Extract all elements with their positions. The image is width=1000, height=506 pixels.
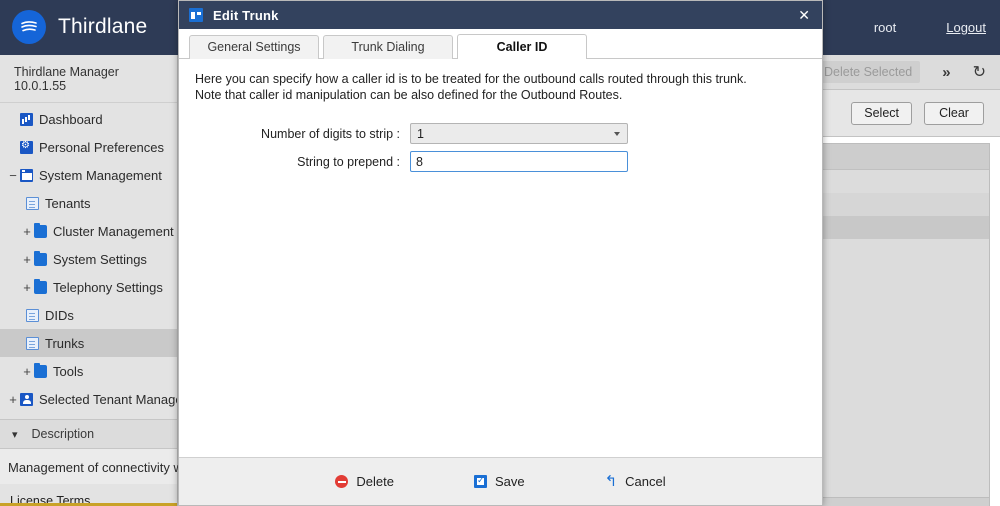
dialog-tabs: General Settings Trunk Dialing Caller ID — [179, 29, 822, 59]
sidebar-item-selected-tenant-management[interactable]: + Selected Tenant Management — [0, 385, 177, 413]
delete-button-label: Delete — [356, 474, 394, 489]
description-panel-header[interactable]: ▾ Description — [0, 419, 177, 449]
app-root: Thirdlane root Logout Delete Selected » … — [0, 0, 1000, 506]
sidebar-item-personal-preferences[interactable]: Personal Preferences — [0, 133, 177, 161]
save-button-label: Save — [494, 474, 525, 489]
save-check-icon — [473, 474, 487, 488]
field-row-string-to-prepend: String to prepend : — [195, 151, 806, 172]
chevron-down-icon: ▾ — [12, 428, 18, 441]
expander-expand[interactable]: + — [20, 281, 34, 294]
tab-general-settings[interactable]: General Settings — [189, 35, 319, 59]
sidebar-item-label: Cluster Management — [53, 223, 174, 239]
folder-icon — [34, 222, 47, 238]
chevron-double-right-icon[interactable]: » — [942, 64, 950, 81]
brand-name: Thirdlane — [58, 15, 148, 38]
folder-icon — [34, 278, 47, 294]
logout-link[interactable]: Logout — [946, 20, 986, 35]
person-icon — [20, 392, 33, 406]
folder-icon — [34, 362, 47, 378]
sidebar-item-label: Selected Tenant Management — [39, 391, 177, 407]
dialog-body: Here you can specify how a caller id is … — [179, 59, 822, 457]
sidebar-item-label: Dashboard — [39, 111, 103, 127]
select-button[interactable]: Select — [851, 101, 912, 125]
digits-to-strip-label: Number of digits to strip : — [261, 126, 400, 141]
string-to-prepend-input[interactable] — [410, 151, 628, 172]
expander-expand[interactable]: + — [20, 225, 34, 238]
window-icon — [20, 168, 33, 182]
sidebar-version: Thirdlane Manager 10.0.1.55 — [0, 55, 177, 103]
sidebar-item-label: Tenants — [45, 195, 91, 211]
string-to-prepend-label: String to prepend : — [297, 154, 400, 169]
caret-down-icon — [614, 131, 620, 136]
tab-trunk-dialing[interactable]: Trunk Dialing — [323, 35, 453, 59]
sidebar-item-trunks[interactable]: Trunks — [0, 329, 177, 357]
dashboard-icon — [20, 112, 33, 126]
description-title: Description — [31, 427, 95, 441]
thirdlane-logo-icon — [12, 10, 46, 44]
edit-trunk-dialog: Edit Trunk ✕ General Settings Trunk Dial… — [178, 0, 823, 506]
sidebar-item-label: DIDs — [45, 307, 74, 323]
sidebar-item-system-management[interactable]: − System Management — [0, 161, 177, 189]
sidebar-item-system-settings[interactable]: + System Settings — [0, 245, 177, 273]
delete-selected-label: Delete Selected — [823, 65, 913, 79]
sidebar-item-label: Telephony Settings — [53, 279, 163, 295]
sidebar-item-label: Personal Preferences — [39, 139, 165, 155]
clear-button[interactable]: Clear — [924, 101, 984, 125]
sidebar-item-telephony-settings[interactable]: + Telephony Settings — [0, 273, 177, 301]
document-icon — [26, 196, 39, 210]
current-user: root — [873, 20, 897, 35]
expander-expand[interactable]: + — [20, 253, 34, 266]
description-text: Management of connectivity with service … — [0, 449, 364, 484]
digits-to-strip-value: 1 — [417, 126, 424, 141]
sidebar-item-label: Trunks — [45, 335, 85, 351]
brand: Thirdlane — [12, 10, 147, 44]
delete-circle-icon — [335, 475, 349, 488]
dialog-title: Edit Trunk — [213, 7, 279, 23]
document-icon — [26, 308, 39, 322]
refresh-icon[interactable]: ↻ — [973, 62, 986, 82]
preferences-icon — [20, 139, 33, 154]
close-icon[interactable]: ✕ — [794, 7, 814, 24]
expander-expand[interactable]: + — [20, 365, 34, 378]
sidebar-item-cluster-management[interactable]: + Cluster Management — [0, 217, 177, 245]
sidebar-nav: Dashboard Personal Preferences − System … — [0, 103, 177, 413]
sidebar-item-label: Tools — [53, 363, 84, 379]
sidebar-item-tenants[interactable]: Tenants — [0, 189, 177, 217]
dialog-title-bar: Edit Trunk ✕ — [179, 1, 822, 29]
caller-id-description: Here you can specify how a caller id is … — [195, 72, 747, 102]
top-bar-right: root Logout — [874, 0, 986, 55]
sidebar-item-dashboard[interactable]: Dashboard — [0, 105, 177, 133]
expander-expand[interactable]: + — [6, 393, 20, 406]
document-icon — [26, 336, 39, 350]
sidebar-item-label: System Settings — [53, 251, 147, 267]
sidebar: Thirdlane Manager 10.0.1.55 Dashboard Pe… — [0, 55, 364, 506]
save-button[interactable]: Save — [473, 474, 525, 489]
trunk-window-icon — [189, 8, 203, 22]
digits-to-strip-select[interactable]: 1 — [410, 123, 628, 144]
tab-caller-id[interactable]: Caller ID — [457, 34, 587, 59]
sidebar-item-dids[interactable]: DIDs — [0, 301, 177, 329]
caller-id-form: Number of digits to strip : 1 String to … — [195, 123, 806, 172]
dialog-footer: Delete Save ↰ Cancel — [179, 457, 822, 505]
folder-icon — [34, 250, 47, 266]
sidebar-item-tools[interactable]: + Tools — [0, 357, 177, 385]
expander-collapse[interactable]: − — [6, 169, 20, 182]
sidebar-item-label: System Management — [39, 167, 162, 183]
cancel-button[interactable]: ↰ Cancel — [605, 474, 666, 489]
field-row-digits-to-strip: Number of digits to strip : 1 — [195, 123, 806, 144]
undo-arrow-icon: ↰ — [604, 473, 618, 490]
cancel-button-label: Cancel — [625, 474, 666, 489]
delete-button[interactable]: Delete — [335, 474, 394, 489]
